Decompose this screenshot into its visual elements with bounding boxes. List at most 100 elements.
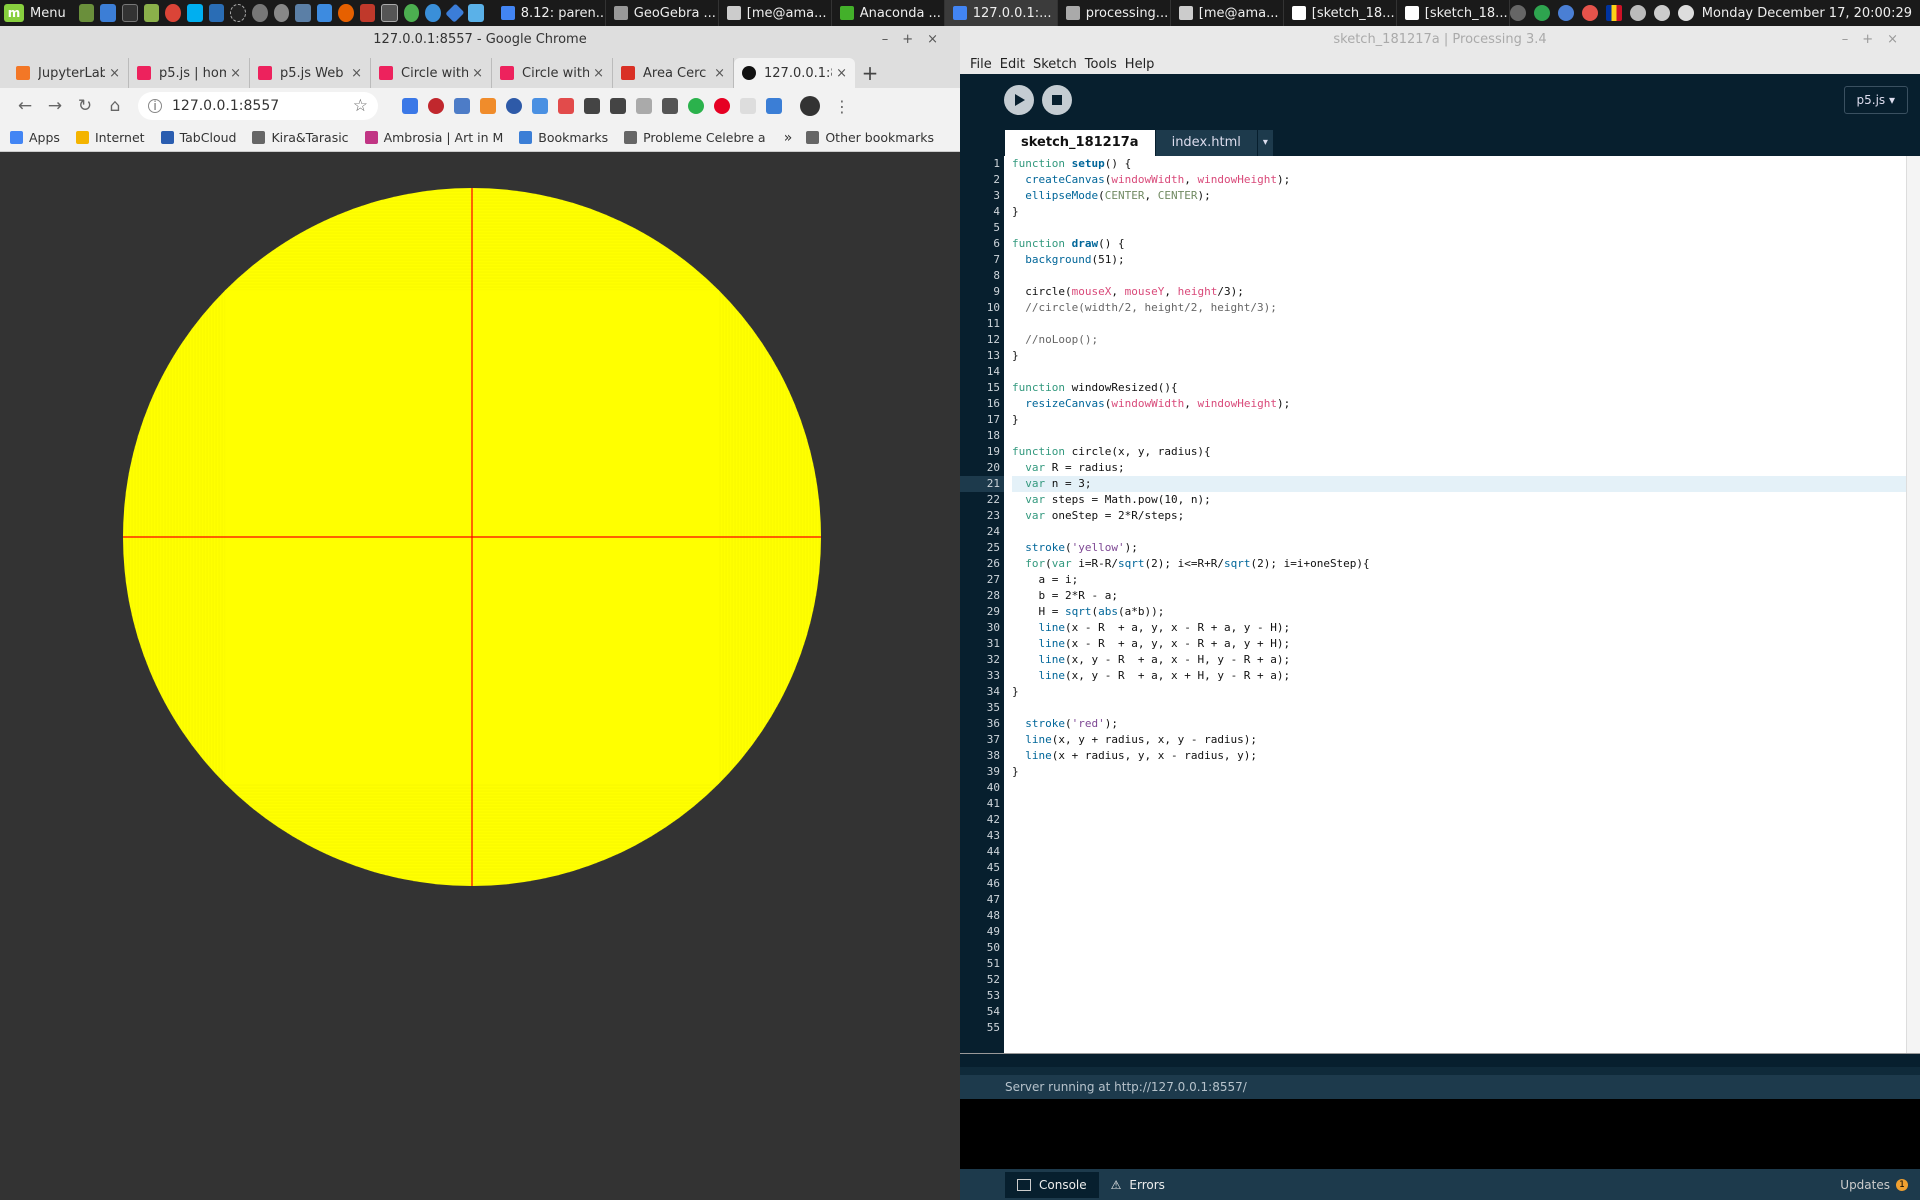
- forward-button[interactable]: →: [40, 96, 70, 116]
- firefox-icon[interactable]: [338, 4, 354, 22]
- taskbar-task[interactable]: Anaconda ...: [832, 0, 945, 26]
- taskbar-task[interactable]: processing...: [1058, 0, 1171, 26]
- keep-icon[interactable]: [610, 98, 626, 114]
- code-line[interactable]: function windowResized(){: [1012, 380, 1906, 396]
- code-line[interactable]: line(x - R + a, y, x - R + a, y + H);: [1012, 636, 1906, 652]
- clock[interactable]: Monday December 17, 20:00:29: [1702, 6, 1912, 21]
- pinterest-icon[interactable]: [714, 98, 730, 114]
- code-line[interactable]: stroke('red');: [1012, 716, 1906, 732]
- extension-blue-icon[interactable]: [532, 98, 548, 114]
- tools-icon[interactable]: [295, 4, 311, 22]
- sketch-canvas[interactable]: [0, 152, 960, 1200]
- bookmarks-overflow-icon[interactable]: »: [784, 130, 793, 146]
- code-line[interactable]: [1012, 220, 1906, 236]
- code-line[interactable]: }: [1012, 348, 1906, 364]
- editor-icon[interactable]: [208, 4, 225, 22]
- code-line[interactable]: function draw() {: [1012, 236, 1906, 252]
- menu-help[interactable]: Help: [1125, 57, 1155, 72]
- browser-tab[interactable]: Circle with ×: [492, 58, 613, 88]
- cloud-ext-icon[interactable]: [506, 98, 522, 114]
- spinner-icon[interactable]: [230, 4, 247, 22]
- checker-icon[interactable]: [688, 98, 704, 114]
- code-line[interactable]: [1012, 316, 1906, 332]
- menu-sketch[interactable]: Sketch: [1033, 57, 1077, 72]
- code-line[interactable]: var R = radius;: [1012, 460, 1906, 476]
- vscode-icon[interactable]: [316, 4, 333, 22]
- code-line[interactable]: resizeCanvas(windowWidth, windowHeight);: [1012, 396, 1906, 412]
- code-line[interactable]: //circle(width/2, height/2, height/3);: [1012, 300, 1906, 316]
- browser-tab[interactable]: JupyterLab ×: [8, 58, 129, 88]
- extension-orange-icon[interactable]: [480, 98, 496, 114]
- close-tab-icon[interactable]: ×: [714, 66, 725, 81]
- bookmark-item[interactable]: TabCloud: [160, 130, 236, 145]
- terminal-icon[interactable]: [121, 4, 138, 22]
- mode-selector[interactable]: p5.js ▾: [1843, 86, 1908, 114]
- code-line[interactable]: line(x - R + a, y, x - R + a, y - H);: [1012, 620, 1906, 636]
- code-line[interactable]: [1012, 268, 1906, 284]
- code-line[interactable]: stroke('yellow');: [1012, 540, 1906, 556]
- console-tab[interactable]: Console: [1005, 1171, 1099, 1198]
- chrome-titlebar[interactable]: 127.0.0.1:8557 - Google Chrome –+×: [0, 26, 960, 54]
- browser-tab[interactable]: p5.js Web E ×: [250, 58, 371, 88]
- reload-button[interactable]: ↻: [70, 96, 100, 116]
- browser-tab[interactable]: Area Cerc ×: [613, 58, 734, 88]
- code-line[interactable]: var n = 3;: [1012, 476, 1906, 492]
- editor-horizontal-scrollbar[interactable]: [960, 1053, 1920, 1067]
- wifi-icon[interactable]: [1677, 5, 1694, 21]
- editor-tab[interactable]: sketch_181217a: [1005, 130, 1155, 156]
- errors-tab[interactable]: ⚠ Errors: [1099, 1172, 1177, 1198]
- recorder-icon[interactable]: [273, 4, 290, 22]
- browser-tab[interactable]: 127.0.0.1:8 ×: [734, 58, 855, 88]
- weather-icon[interactable]: [1581, 5, 1598, 21]
- updates-indicator[interactable]: Updates 1: [1840, 1178, 1920, 1192]
- camera-icon[interactable]: [454, 98, 470, 114]
- code-line[interactable]: for(var i=R-R/sqrt(2); i<=R+R/sqrt(2); i…: [1012, 556, 1906, 572]
- menu-edit[interactable]: Edit: [1000, 57, 1025, 72]
- close-tab-icon[interactable]: ×: [836, 66, 847, 81]
- extension-grey-icon[interactable]: [636, 98, 652, 114]
- taskbar-task[interactable]: GeoGebra ...: [606, 0, 719, 26]
- code-line[interactable]: a = i;: [1012, 572, 1906, 588]
- close-tab-icon[interactable]: ×: [593, 66, 604, 81]
- extension-light-icon[interactable]: [740, 98, 756, 114]
- obs-icon[interactable]: [252, 4, 268, 22]
- kde-connect-icon[interactable]: [444, 3, 464, 23]
- spotify-icon[interactable]: [403, 4, 420, 22]
- code-line[interactable]: line(x + radius, y, x - radius, y);: [1012, 748, 1906, 764]
- browser-tab[interactable]: p5.js | hom ×: [129, 58, 250, 88]
- code-line[interactable]: }: [1012, 412, 1906, 428]
- calculator-icon[interactable]: [381, 4, 398, 22]
- back-button[interactable]: ←: [10, 96, 40, 116]
- other-bookmarks[interactable]: Other bookmarks: [806, 130, 934, 145]
- browser-icon[interactable]: [425, 4, 441, 22]
- code-line[interactable]: circle(mouseX, mouseY, height/3);: [1012, 284, 1906, 300]
- volume-icon[interactable]: [1629, 5, 1646, 21]
- code-line[interactable]: H = sqrt(abs(a*b));: [1012, 604, 1906, 620]
- start-menu-button[interactable]: m Menu: [0, 0, 76, 26]
- code-line[interactable]: line(x, y - R + a, x - H, y - R + a);: [1012, 652, 1906, 668]
- close-tab-icon[interactable]: ×: [230, 66, 241, 81]
- code-line[interactable]: createCanvas(windowWidth, windowHeight);: [1012, 172, 1906, 188]
- tray-app-icon[interactable]: [1509, 5, 1526, 21]
- shield-icon[interactable]: [1557, 5, 1574, 21]
- code-line[interactable]: function circle(x, y, radius){: [1012, 444, 1906, 460]
- app-launcher-icon[interactable]: [100, 4, 116, 22]
- info-icon[interactable]: i: [148, 99, 162, 113]
- code-line[interactable]: ellipseMode(CENTER, CENTER);: [1012, 188, 1906, 204]
- code-line[interactable]: [1012, 428, 1906, 444]
- code-line[interactable]: }: [1012, 684, 1906, 700]
- mail-icon[interactable]: [662, 98, 678, 114]
- code-line[interactable]: [1012, 524, 1906, 540]
- close-tab-icon[interactable]: ×: [472, 66, 483, 81]
- taskbar-task[interactable]: 127.0.0.1:...: [944, 0, 1058, 26]
- editor-tab[interactable]: index.html: [1155, 130, 1257, 156]
- stop-button[interactable]: [1042, 85, 1072, 115]
- code-line[interactable]: var oneStep = 2*R/steps;: [1012, 508, 1906, 524]
- run-button[interactable]: [1004, 85, 1034, 115]
- window-controls[interactable]: –+×: [882, 26, 952, 54]
- home-button[interactable]: ⌂: [100, 96, 130, 116]
- share-icon[interactable]: [558, 98, 574, 114]
- bookmark-item[interactable]: Ambrosia | Art in M: [364, 130, 503, 145]
- editor-vertical-scrollbar[interactable]: [1906, 156, 1920, 1053]
- extension-dark-icon[interactable]: [584, 98, 600, 114]
